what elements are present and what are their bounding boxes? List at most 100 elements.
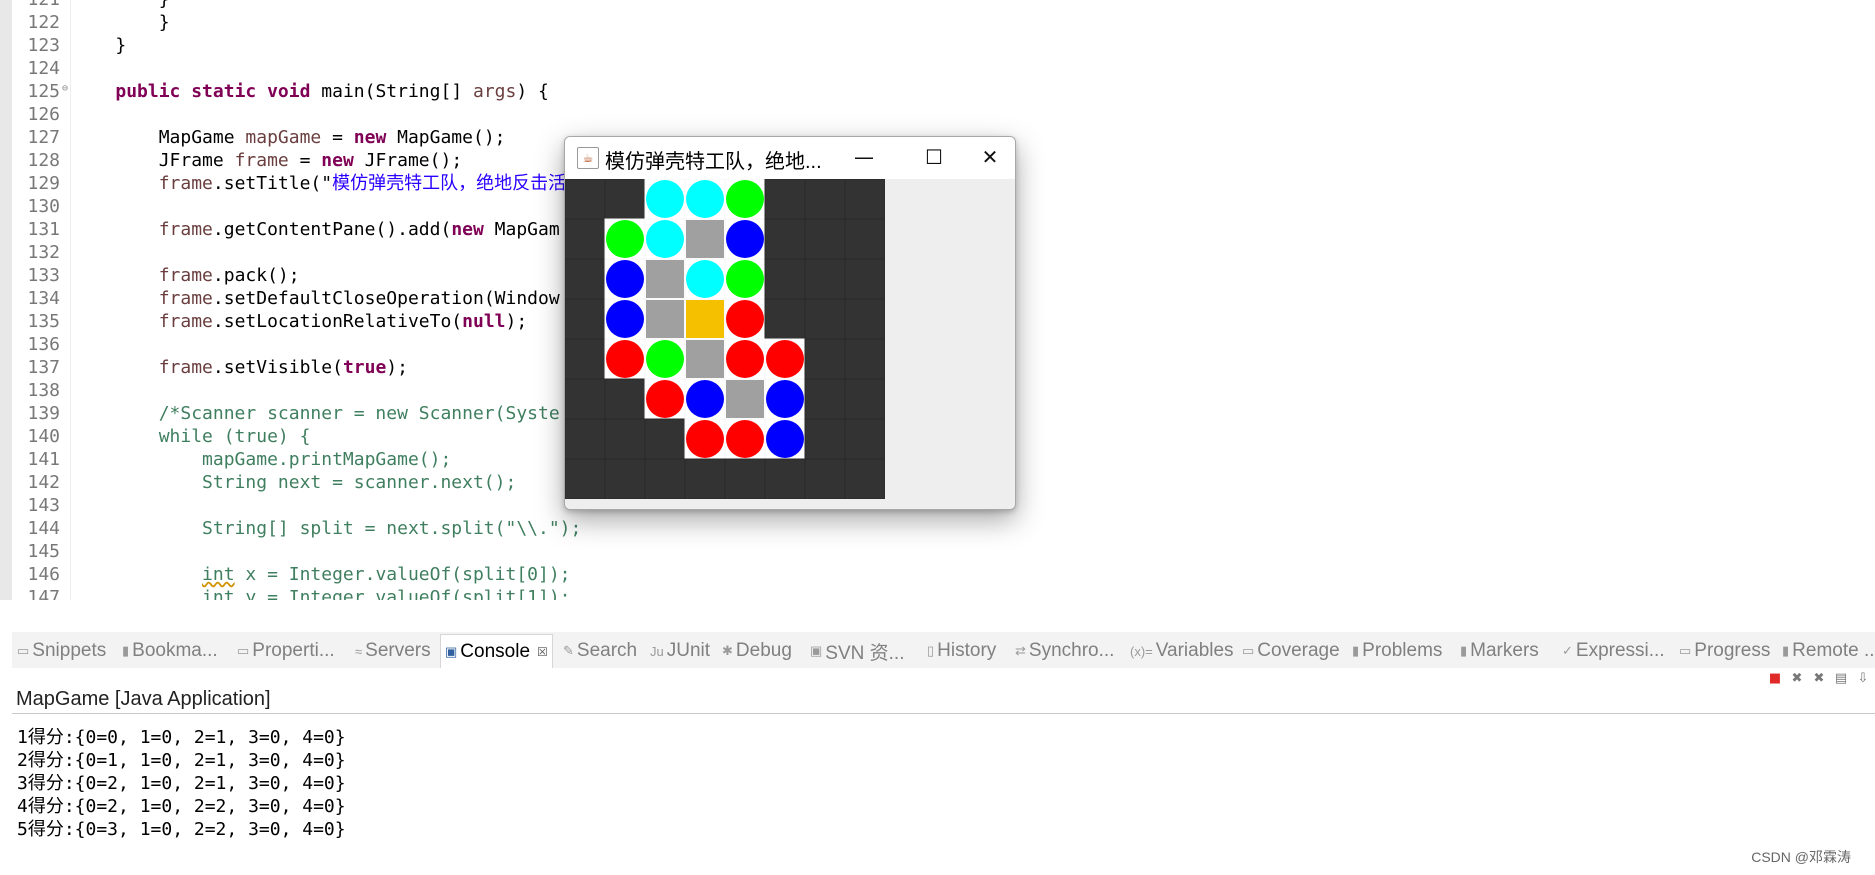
code-line[interactable]: frame.setTitle("模仿弹壳特工队，绝地反击活动使 <box>72 172 602 195</box>
blue-ball[interactable] <box>726 220 764 258</box>
minimize-button[interactable]: — <box>839 137 889 179</box>
board-cell-empty[interactable] <box>565 298 606 340</box>
gray-block[interactable] <box>686 340 724 378</box>
board-cell-empty[interactable] <box>844 218 885 260</box>
board-cell-empty[interactable] <box>844 179 885 220</box>
tab-properti[interactable]: ▭ Properti... <box>237 638 335 664</box>
code-line[interactable]: String[] split = next.split("\\."); <box>72 517 581 540</box>
code-line[interactable]: frame.setVisible(true); <box>72 356 408 379</box>
code-line[interactable]: frame.getContentPane().add(new MapGam <box>72 218 560 241</box>
clear-console-icon[interactable]: ▤ <box>1833 671 1849 687</box>
gray-block[interactable] <box>726 380 764 418</box>
board-cell-empty[interactable] <box>844 338 885 380</box>
board-cell-empty[interactable] <box>644 418 686 460</box>
green-ball[interactable] <box>646 340 684 378</box>
board-cell-empty[interactable] <box>804 258 846 300</box>
tab-markers[interactable]: ▮ Markers <box>1460 638 1539 664</box>
tab-history[interactable]: ▯ History <box>927 638 996 664</box>
code-line[interactable]: String next = scanner.next(); <box>72 471 516 494</box>
terminate-icon[interactable]: ■ <box>1767 671 1783 687</box>
blue-ball[interactable] <box>606 260 644 298</box>
red-ball[interactable] <box>726 420 764 458</box>
gray-block[interactable] <box>646 300 684 338</box>
code-line[interactable]: frame.setDefaultCloseOperation(Window <box>72 287 560 310</box>
tab-progress[interactable]: ▭ Progress <box>1679 638 1770 664</box>
tab-coverage[interactable]: ▭ Coverage <box>1242 638 1340 664</box>
board-cell-empty[interactable] <box>804 338 846 380</box>
board-cell-empty[interactable] <box>764 298 806 340</box>
tab-svn[interactable]: ▣ SVN 资... <box>810 638 904 664</box>
red-ball[interactable] <box>726 340 764 378</box>
board-cell-empty[interactable] <box>565 218 606 260</box>
code-line[interactable]: frame.setLocationRelativeTo(null); <box>72 310 527 333</box>
window-title-bar[interactable]: ☕ 模仿弹壳特工队，绝地... — ☐ ✕ <box>565 137 1015 179</box>
close-tab-icon[interactable]: ☒ <box>537 645 548 659</box>
tab-expressi[interactable]: ✓ Expressi... <box>1562 638 1665 664</box>
board-cell-empty[interactable] <box>604 458 646 499</box>
board-cell-empty[interactable] <box>764 179 806 220</box>
tab-search[interactable]: ✎ Search <box>563 638 637 664</box>
tab-console[interactable]: ▣ Console ☒ <box>440 634 553 669</box>
red-ball[interactable] <box>646 380 684 418</box>
cyan-ball[interactable] <box>686 180 724 218</box>
board-cell-empty[interactable] <box>604 418 646 460</box>
blue-ball[interactable] <box>766 380 804 418</box>
board-cell-empty[interactable] <box>804 418 846 460</box>
board-cell-empty[interactable] <box>804 298 846 340</box>
board-cell-empty[interactable] <box>565 258 606 300</box>
tab-servers[interactable]: ≈ Servers <box>355 638 431 664</box>
mapgame-window[interactable]: ☕ 模仿弹壳特工队，绝地... — ☐ ✕ <box>564 136 1016 510</box>
tab-snippets[interactable]: ▭ Snippets <box>17 638 106 664</box>
board-cell-empty[interactable] <box>844 258 885 300</box>
board-cell-empty[interactable] <box>804 458 846 499</box>
cyan-ball[interactable] <box>646 220 684 258</box>
green-ball[interactable] <box>606 220 644 258</box>
board-cell-empty[interactable] <box>844 378 885 420</box>
console-view[interactable]: ■ ✖ ✖ ▤ ⇩ MapGame [Java Application] 1得分… <box>12 668 1875 875</box>
green-ball[interactable] <box>726 260 764 298</box>
board-cell-empty[interactable] <box>565 378 606 420</box>
tab-remote[interactable]: ▮ Remote ... <box>1782 638 1875 664</box>
remove-launch-icon[interactable]: ✖ <box>1789 671 1805 687</box>
green-ball[interactable] <box>726 180 764 218</box>
scroll-lock-icon[interactable]: ⇩ <box>1855 671 1871 687</box>
gray-block[interactable] <box>646 260 684 298</box>
code-line[interactable]: MapGame mapGame = new MapGame(); <box>72 126 506 149</box>
board-cell-empty[interactable] <box>764 218 806 260</box>
board-cell-empty[interactable] <box>565 179 606 220</box>
board-cell-empty[interactable] <box>804 218 846 260</box>
fold-toggle-icon[interactable]: ⊖ <box>62 83 68 94</box>
board-cell-empty[interactable] <box>684 458 726 499</box>
close-button[interactable]: ✕ <box>965 137 1015 179</box>
code-line[interactable]: } <box>72 11 170 34</box>
game-board[interactable] <box>565 179 885 499</box>
tab-synchro[interactable]: ⇄ Synchro... <box>1015 638 1114 664</box>
blue-ball[interactable] <box>606 300 644 338</box>
red-ball[interactable] <box>606 340 644 378</box>
blue-ball[interactable] <box>686 380 724 418</box>
tab-variables[interactable]: (x)= Variables <box>1130 638 1234 664</box>
board-cell-empty[interactable] <box>844 298 885 340</box>
tab-junit[interactable]: Ju JUnit <box>650 638 710 664</box>
code-line[interactable]: int y = Integer.valueOf(split[1]); <box>72 586 570 600</box>
cyan-ball[interactable] <box>686 260 724 298</box>
board-cell-empty[interactable] <box>565 338 606 380</box>
board-cell-empty[interactable] <box>644 458 686 499</box>
tab-debug[interactable]: ✱ Debug <box>722 638 792 664</box>
gray-block[interactable] <box>686 220 724 258</box>
board-cell-empty[interactable] <box>604 179 646 220</box>
tab-bookma[interactable]: ▮ Bookma... <box>122 638 218 664</box>
blue-ball[interactable] <box>766 420 804 458</box>
remove-all-launches-icon[interactable]: ✖ <box>1811 671 1827 687</box>
code-line[interactable]: public static void main(String[] args) { <box>72 80 549 103</box>
code-line[interactable]: } <box>72 0 170 11</box>
red-ball[interactable] <box>726 300 764 338</box>
board-cell-empty[interactable] <box>724 458 766 499</box>
red-ball[interactable] <box>686 420 724 458</box>
board-cell-empty[interactable] <box>764 258 806 300</box>
board-cell-empty[interactable] <box>565 458 606 499</box>
board-cell-empty[interactable] <box>764 458 806 499</box>
board-cell-empty[interactable] <box>844 418 885 460</box>
board-cell-empty[interactable] <box>804 179 846 220</box>
tab-problems[interactable]: ▮ Problems <box>1352 638 1442 664</box>
